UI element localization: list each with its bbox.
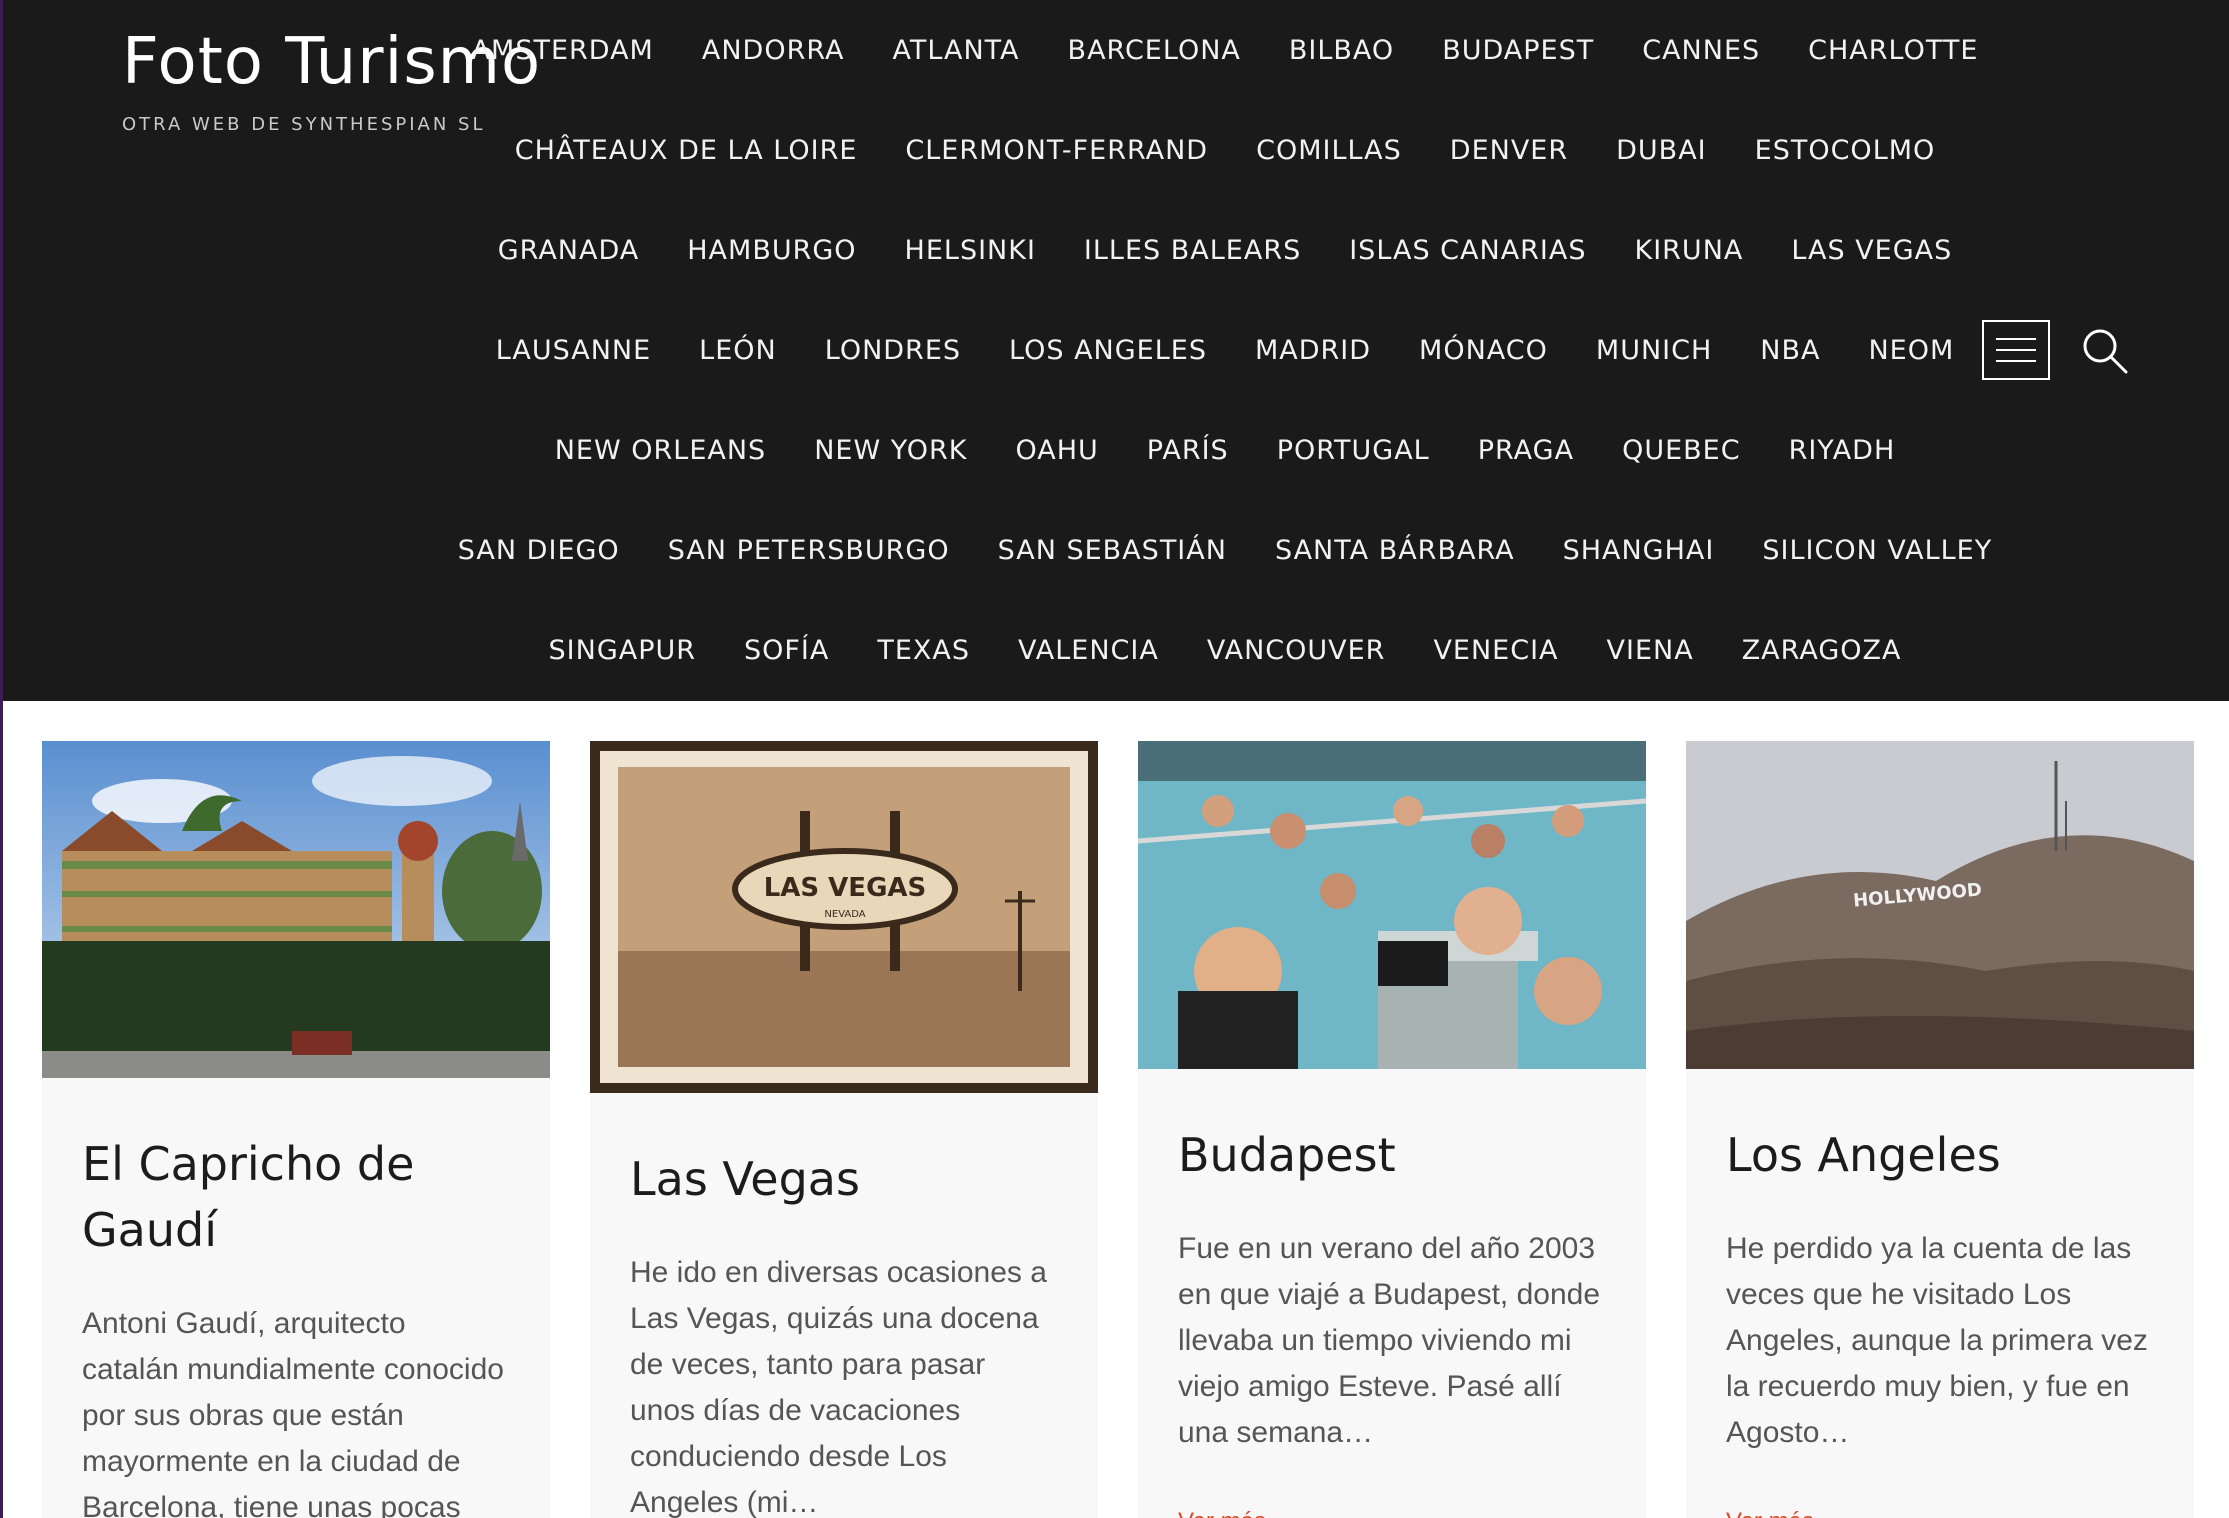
search-icon[interactable] xyxy=(2080,326,2130,376)
nav-item-santa-bárbara[interactable]: SANTA BÁRBARA xyxy=(1251,535,1539,566)
nav-item-shanghai[interactable]: SHANGHAI xyxy=(1539,535,1739,566)
nav-item-bilbao[interactable]: BILBAO xyxy=(1265,35,1418,66)
nav-item-valencia[interactable]: VALENCIA xyxy=(994,635,1183,666)
post-excerpt: Fue en un verano del año 2003 en que via… xyxy=(1178,1232,1601,1449)
nav-item-riyadh[interactable]: RIYADH xyxy=(1765,435,1920,466)
nav-row: NEW ORLEANS NEW YORK OAHU PARÍS PORTUGAL PRAG… xyxy=(520,400,2160,500)
las-vegas-sign-subtext: NEVADA xyxy=(824,909,865,920)
post-title[interactable]: El Capricho de Gaudí xyxy=(82,1131,510,1263)
main-navigation: AMSTERDAM ANDORRA ATLANTA BARCELONA BILBAO BU… xyxy=(458,0,2160,700)
nav-item-portugal[interactable]: PORTUGAL xyxy=(1253,435,1454,466)
window-edge xyxy=(0,0,3,1518)
nav-item-los-angeles[interactable]: LOS ANGELES xyxy=(985,335,1231,366)
nav-item-barcelona[interactable]: BARCELONA xyxy=(1044,35,1265,66)
las-vegas-sign-text: LAS VEGAS xyxy=(764,873,927,903)
post-grid: El Capricho de Gaudí Antoni Gaudí, arqui… xyxy=(42,741,2194,1518)
nav-item-hamburgo[interactable]: HAMBURGO xyxy=(663,235,880,266)
post-card-body: El Capricho de Gaudí Antoni Gaudí, arqui… xyxy=(42,1083,550,1518)
post-card: HOLLYWOOD Los Angeles He perdido ya la c… xyxy=(1686,741,2194,1518)
post-excerpt: He ido en diversas ocasiones a Las Vegas… xyxy=(630,1256,1047,1518)
nav-item-lausanne[interactable]: LAUSANNE xyxy=(472,335,675,366)
post-title[interactable]: Budapest xyxy=(1178,1122,1606,1188)
nav-item-zaragoza[interactable]: ZARAGOZA xyxy=(1718,635,1926,666)
nav-item-parís[interactable]: PARÍS xyxy=(1123,435,1253,466)
nav-item-illes-balears[interactable]: ILLES BALEARS xyxy=(1060,235,1325,266)
nav-item-new-orleans[interactable]: NEW ORLEANS xyxy=(531,435,790,466)
nav-item-comillas[interactable]: COMILLAS xyxy=(1232,135,1426,166)
nav-item-andorra[interactable]: ANDORRA xyxy=(678,35,869,66)
menu-bar xyxy=(1996,338,2036,340)
nav-item-islas-canarias[interactable]: ISLAS CANARIAS xyxy=(1325,235,1610,266)
nav-item-silicon-valley[interactable]: SILICON VALLEY xyxy=(1738,535,2016,566)
nav-item-clermont-ferrand[interactable]: CLERMONT-FERRAND xyxy=(881,135,1232,166)
nav-item-dubai[interactable]: DUBAI xyxy=(1592,135,1731,166)
nav-row: LAUSANNE LEÓN LONDRES LOS ANGELES MADRID MÓNA… xyxy=(496,300,2160,400)
post-thumbnail-las-vegas-sign-vintage-photo[interactable]: LAS VEGAS NEVADA xyxy=(590,741,1098,1098)
post-excerpt: He perdido ya la cuenta de las veces que… xyxy=(1726,1232,2148,1449)
nav-item-praga[interactable]: PRAGA xyxy=(1454,435,1598,466)
post-thumbnail-hollywood-sign-hills-photo[interactable]: HOLLYWOOD xyxy=(1686,741,2194,1074)
site-description: OTRA WEB DE SYNTHESPIAN SL xyxy=(122,114,486,135)
nav-item-budapest[interactable]: BUDAPEST xyxy=(1418,35,1618,66)
nav-item-denver[interactable]: DENVER xyxy=(1426,135,1592,166)
nav-item-san-petersburgo[interactable]: SAN PETERSBURGO xyxy=(644,535,974,566)
nav-item-oahu[interactable]: OAHU xyxy=(991,435,1122,466)
nav-row: SINGAPUR SOFÍA TEXAS VALENCIA VANCOUVER VENEC… xyxy=(520,600,2160,700)
nav-item-new-york[interactable]: NEW YORK xyxy=(790,435,991,466)
nav-item-châteaux-de-la-loire[interactable]: CHÂTEAUX DE LA LOIRE xyxy=(491,135,882,166)
site-header: Foto Turismo OTRA WEB DE SYNTHESPIAN SL … xyxy=(0,0,2229,701)
read-more-link[interactable]: Ver más » xyxy=(1726,1508,2154,1518)
nav-item-vancouver[interactable]: VANCOUVER xyxy=(1183,635,1410,666)
nav-item-amsterdam[interactable]: AMSTERDAM xyxy=(448,35,678,66)
nav-item-cannes[interactable]: CANNES xyxy=(1618,35,1784,66)
nav-item-atlanta[interactable]: ATLANTA xyxy=(868,35,1043,66)
nav-item-san-diego[interactable]: SAN DIEGO xyxy=(434,535,644,566)
hamburger-menu-icon[interactable] xyxy=(1982,320,2050,380)
nav-item-londres[interactable]: LONDRES xyxy=(801,335,985,366)
nav-item-sofía[interactable]: SOFÍA xyxy=(720,635,853,666)
nav-item-nba[interactable]: NBA xyxy=(1736,335,1844,366)
nav-item-kiruna[interactable]: KIRUNA xyxy=(1611,235,1768,266)
nav-item-san-sebastián[interactable]: SAN SEBASTIÁN xyxy=(974,535,1251,566)
nav-item-neom[interactable]: NEOM xyxy=(1844,335,1978,366)
menu-bar xyxy=(1996,349,2036,351)
nav-row: AMSTERDAM ANDORRA ATLANTA BARCELONA BILBAO BU… xyxy=(472,0,2160,100)
nav-item-munich[interactable]: MUNICH xyxy=(1572,335,1736,366)
post-card-body: Budapest Fue en un verano del año 2003 e… xyxy=(1138,1074,1646,1518)
post-title[interactable]: Las Vegas xyxy=(630,1146,1058,1212)
nav-row: SAN DIEGO SAN PETERSBURGO SAN SEBASTIÁN SAN… xyxy=(458,500,2160,600)
nav-item-granada[interactable]: GRANADA xyxy=(474,235,664,266)
nav-item-madrid[interactable]: MADRID xyxy=(1231,335,1395,366)
nav-item-mónaco[interactable]: MÓNACO xyxy=(1395,335,1572,366)
nav-item-venecia[interactable]: VENECIA xyxy=(1409,635,1582,666)
nav-item-helsinki[interactable]: HELSINKI xyxy=(881,235,1060,266)
nav-item-singapur[interactable]: SINGAPUR xyxy=(525,635,721,666)
nav-item-texas[interactable]: TEXAS xyxy=(853,635,994,666)
nav-item-quebec[interactable]: QUEBEC xyxy=(1598,435,1765,466)
post-card: LAS VEGAS NEVADA Las Vegas He ido en div… xyxy=(590,741,1098,1518)
post-excerpt: Antoni Gaudí, arquitecto catalán mundial… xyxy=(82,1307,504,1518)
nav-row: GRANADA HAMBURGO HELSINKI ILLES BALEARS ISLA… xyxy=(498,200,2160,300)
post-card-body: Las Vegas He ido en diversas ocasiones a… xyxy=(590,1098,1098,1518)
nav-item-las-vegas[interactable]: LAS VEGAS xyxy=(1767,235,1976,266)
post-thumbnail-budapest-thermal-bath-chess-photo[interactable] xyxy=(1138,741,1646,1074)
nav-item-charlotte[interactable]: CHARLOTTE xyxy=(1784,35,2002,66)
read-more-link[interactable]: Ver más » xyxy=(1178,1508,1606,1518)
post-card: Budapest Fue en un verano del año 2003 e… xyxy=(1138,741,1646,1518)
nav-item-estocolmo[interactable]: ESTOCOLMO xyxy=(1731,135,1960,166)
nav-item-viena[interactable]: VIENA xyxy=(1583,635,1718,666)
nav-row: CHÂTEAUX DE LA LOIRE CLERMONT-FERRAND COMI… xyxy=(515,100,2160,200)
post-card: El Capricho de Gaudí Antoni Gaudí, arqui… xyxy=(42,741,550,1518)
post-title[interactable]: Los Angeles xyxy=(1726,1122,2154,1188)
nav-item-león[interactable]: LEÓN xyxy=(675,335,801,366)
post-thumbnail-gaudi-capricho-building-photo[interactable] xyxy=(42,741,550,1083)
post-card-body: Los Angeles He perdido ya la cuenta de l… xyxy=(1686,1074,2194,1518)
menu-bar xyxy=(1996,360,2036,362)
